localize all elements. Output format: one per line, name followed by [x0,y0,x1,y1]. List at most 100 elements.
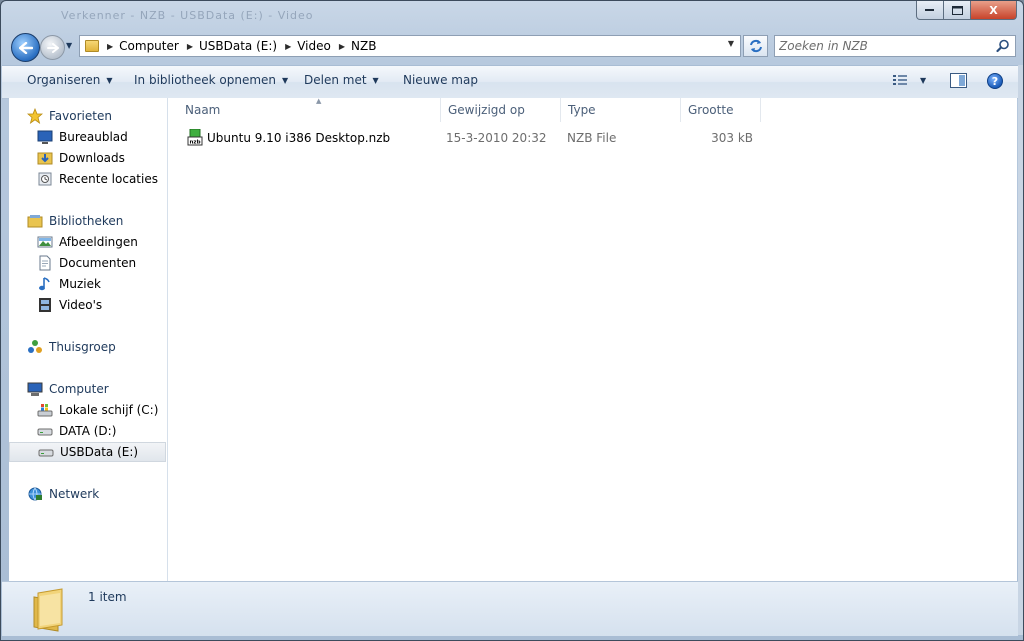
column-header-name-label: Naam [185,103,221,117]
folder-icon [33,588,63,632]
sidebar-item-label: DATA (D:) [59,424,117,438]
file-modified: 15-3-2010 20:32 [446,131,547,145]
close-icon: X [989,3,998,17]
details-view-icon [893,75,907,85]
chevron-right-icon[interactable]: ▶ [339,42,345,51]
sidebar-homegroup-label: Thuisgroep [49,340,116,354]
maximize-button[interactable] [944,1,971,20]
sidebar-homegroup[interactable]: Thuisgroep [27,337,165,357]
share-with-button[interactable]: Delen met ▼ [304,73,379,87]
removable-drive-icon [38,449,54,457]
command-bar: Organiseren ▼ In bibliotheek opnemen ▼ Del… [2,65,1018,99]
sidebar-libraries-label: Bibliotheken [49,214,124,228]
file-list-view[interactable]: Naam ▲ Gewijzigd op Type Grootte nzb Ubu… [168,97,1017,581]
breadcrumb-video[interactable]: Video [297,39,331,53]
sidebar-network-label: Netwerk [49,487,100,501]
maximize-icon [951,5,963,15]
libraries-icon [27,215,43,228]
computer-icon [27,382,43,396]
chevron-down-icon[interactable]: ▼ [728,39,734,48]
sidebar-item-documents[interactable]: Documenten [37,253,165,273]
refresh-button[interactable] [743,35,768,57]
sidebar-item-desktop[interactable]: Bureaublad [37,127,165,147]
hard-drive-icon [37,428,53,436]
chevron-right-icon[interactable]: ▶ [187,42,193,51]
minimize-button[interactable] [916,1,944,20]
sidebar-item-local-disk-c[interactable]: Lokale schijf (C:) [37,400,165,420]
breadcrumb-computer[interactable]: Computer [119,39,179,53]
sidebar-network[interactable]: Netwerk [27,484,165,504]
sidebar-item-label: Lokale schijf (C:) [59,403,159,417]
film-icon [39,298,51,312]
details-pane: 1 item [2,581,1018,636]
downloads-folder-icon [37,152,53,165]
sidebar-item-label: Video's [59,298,103,312]
sidebar-favorites[interactable]: Favorieten [27,106,165,126]
chevron-down-icon[interactable]: ▼ [920,76,926,85]
close-button[interactable]: X [971,1,1017,20]
recent-pages-dropdown[interactable]: ▼ [66,41,72,50]
breadcrumb-nzb[interactable]: NZB [351,39,376,53]
column-header-modified[interactable]: Gewijzigd op [441,98,561,122]
column-header-type-label: Type [568,103,596,117]
sidebar-item-label: Documenten [59,256,137,270]
column-header-type[interactable]: Type [561,98,681,122]
navigation-bar: ▼ ▶ Computer ▶ USBData (E:) ▶ Video ▶ NZ… [1,29,1023,65]
file-name[interactable]: Ubuntu 9.10 i386 Desktop.nzb [207,131,390,145]
organize-button[interactable]: Organiseren ▼ [27,73,113,87]
sidebar-favorites-label: Favorieten [49,109,112,123]
sidebar-computer[interactable]: Computer [27,379,165,399]
sidebar-computer-label: Computer [49,382,109,396]
pictures-icon [37,236,53,248]
sidebar-item-usbdata-e[interactable]: USBData (E:) [9,442,166,462]
new-folder-label: Nieuwe map [403,73,478,87]
sidebar-item-pictures[interactable]: Afbeeldingen [37,232,165,252]
sidebar-item-data-d[interactable]: DATA (D:) [37,421,165,441]
preview-pane-button[interactable] [950,73,967,91]
back-button[interactable] [11,33,40,62]
search-icon[interactable] [996,39,1010,53]
sidebar-item-label: Recente locaties [59,172,158,186]
breadcrumb-usbdata[interactable]: USBData (E:) [199,39,277,53]
network-icon [28,487,42,501]
sidebar-item-label: Muziek [59,277,101,291]
search-input[interactable] [779,38,989,54]
change-view-button[interactable]: ▼ [892,73,926,87]
file-type: NZB File [567,131,617,145]
search-box[interactable] [774,35,1016,57]
column-header-size[interactable]: Grootte [681,98,761,122]
address-bar[interactable]: ▶ Computer ▶ USBData (E:) ▶ Video ▶ NZB … [79,35,741,57]
help-button[interactable]: ? [987,73,1003,89]
table-row[interactable]: nzb Ubuntu 9.10 i386 Desktop.nzb 15-3-20… [185,128,765,148]
forward-arrow-icon [46,42,59,53]
homegroup-icon [28,340,42,353]
chevron-right-icon[interactable]: ▶ [285,42,291,51]
forward-button[interactable] [40,35,65,60]
sidebar-item-videos[interactable]: Video's [37,295,165,315]
column-header-modified-label: Gewijzigd op [448,103,525,117]
new-folder-button[interactable]: Nieuwe map [403,73,478,87]
sidebar-item-recent-places[interactable]: Recente locaties [37,169,165,189]
share-label: Delen met [304,73,367,87]
sidebar-item-label: USBData (E:) [60,445,139,459]
star-icon [27,108,43,124]
item-count: 1 item [88,590,127,604]
explorer-window: Verkenner - NZB - USBData (E:) - Video X… [0,0,1024,641]
sidebar-item-label: Downloads [59,151,125,165]
column-header-name[interactable]: Naam ▲ [178,97,441,122]
include-in-library-button[interactable]: In bibliotheek opnemen ▼ [134,73,288,87]
sidebar-item-downloads[interactable]: Downloads [37,148,165,168]
navigation-pane: Favorieten Bureaublad Downloads Recente … [9,98,168,581]
sidebar-item-music[interactable]: Muziek [37,274,165,294]
refresh-icon [749,39,762,53]
title-bar[interactable]: Verkenner - NZB - USBData (E:) - Video X [1,1,1023,29]
window-border-right [1018,65,1023,635]
minimize-icon [925,9,934,11]
chevron-right-icon[interactable]: ▶ [107,42,113,51]
sidebar-libraries[interactable]: Bibliotheken [27,211,165,231]
music-note-icon [39,277,50,291]
folder-icon [85,40,99,52]
recent-places-icon [38,172,52,186]
back-arrow-icon [18,41,33,54]
column-header-size-label: Grootte [688,103,734,117]
